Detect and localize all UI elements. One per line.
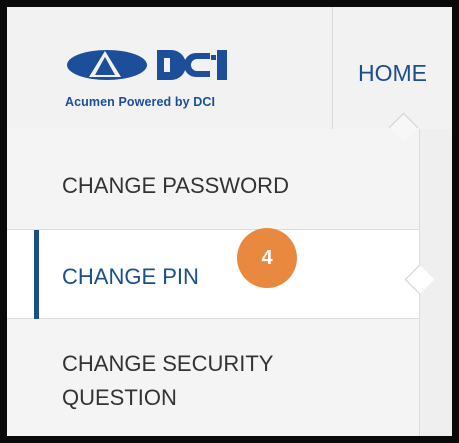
menu-item-label-line1: CHANGE SECURITY [62, 351, 274, 376]
logo-tagline: Acumen Powered by DCI [65, 95, 216, 109]
dci-logo-icon [67, 50, 227, 80]
menu-item-change-security-question[interactable]: CHANGE SECURITY QUESTION [7, 319, 419, 436]
nav-home[interactable]: HOME [333, 7, 452, 129]
top-header: Acumen Powered by DCI HOME [7, 7, 452, 129]
menu-item-change-pin[interactable]: CHANGE PIN [7, 230, 419, 319]
acumen-dci-logo[interactable]: Acumen Powered by DCI [65, 47, 285, 113]
menu-item-change-password[interactable]: CHANGE PASSWORD [7, 129, 419, 230]
home-dropdown-menu: CHANGE PASSWORD CHANGE PIN CHANGE SECURI… [7, 129, 420, 436]
step-number-badge: 4 [237, 228, 297, 288]
menu-item-label-line2: QUESTION [62, 385, 177, 410]
menu-item-label: CHANGE PIN [62, 264, 199, 289]
logo-cell: Acumen Powered by DCI [7, 7, 332, 129]
active-indicator [34, 230, 39, 319]
screenshot-frame: Acumen Powered by DCI HOME CHANGE PASSWO… [0, 0, 459, 443]
menu-item-label: CHANGE PASSWORD [62, 173, 289, 198]
